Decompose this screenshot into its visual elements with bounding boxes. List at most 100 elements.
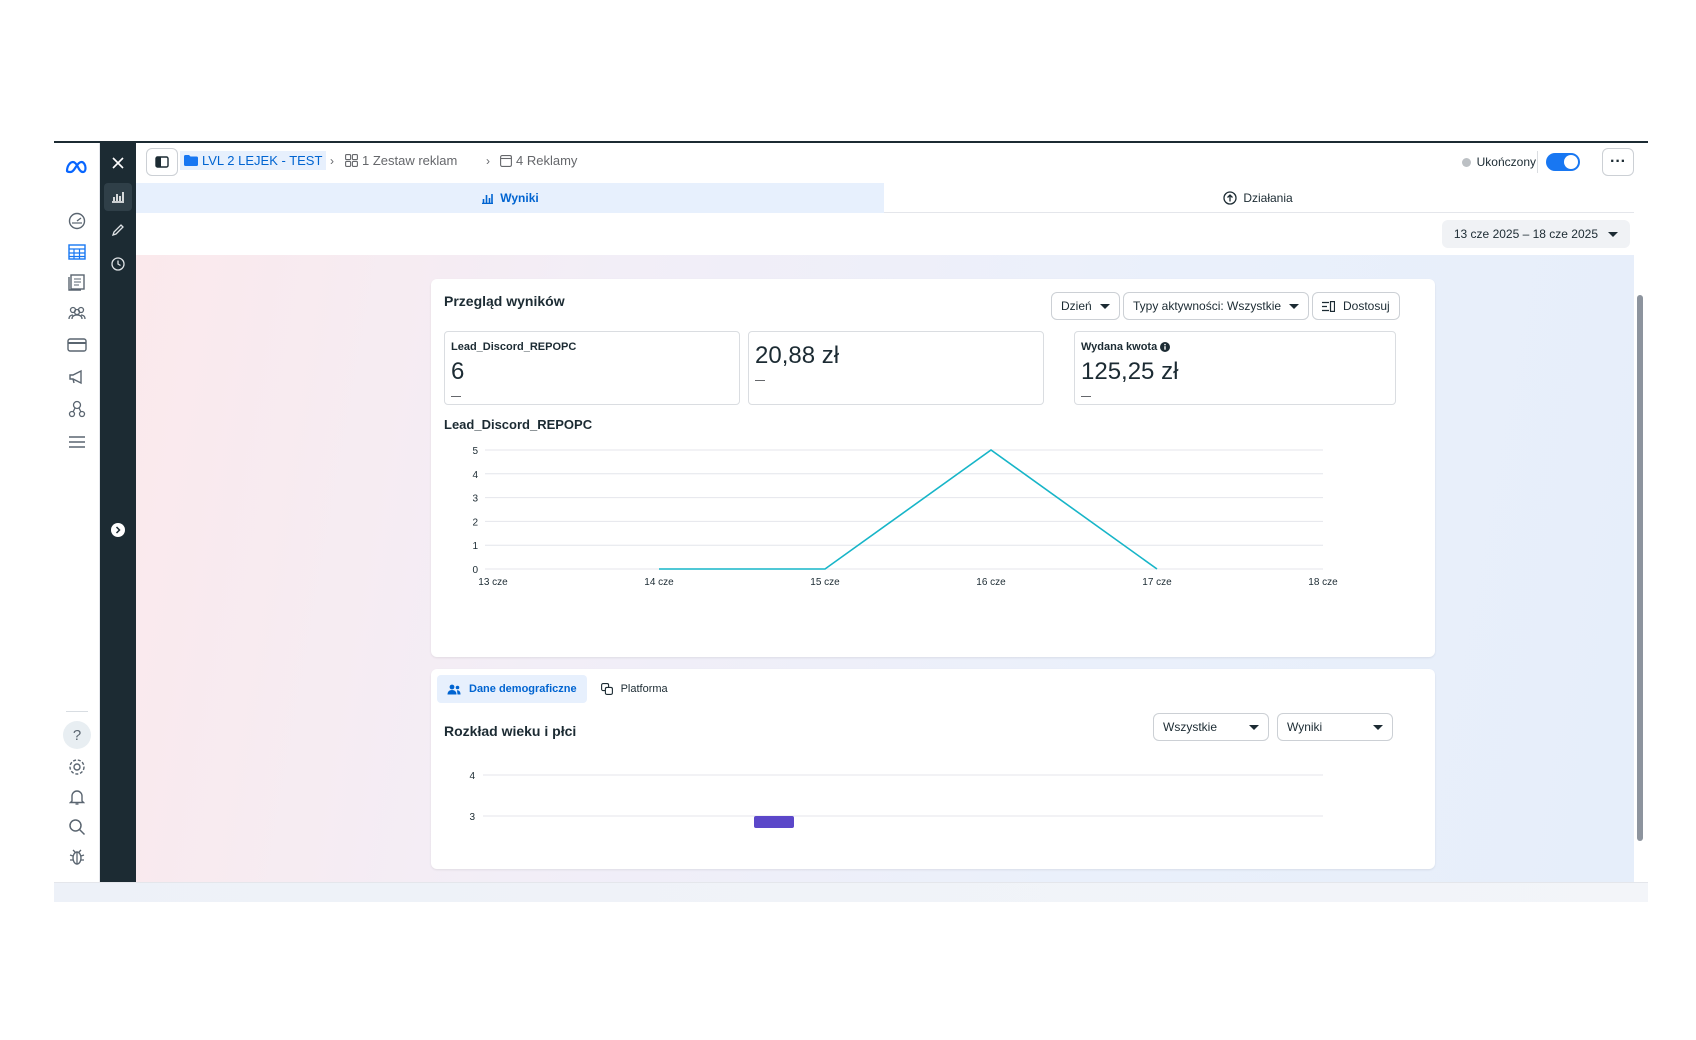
bug-report-icon[interactable] (65, 845, 89, 869)
top-bar: LVL 2 LEJEK - TEST › 1 Zestaw reklam › 4… (136, 143, 1634, 183)
history-clock-icon[interactable] (104, 250, 132, 278)
business-network-icon[interactable] (65, 397, 89, 421)
customize-columns-icon (1322, 300, 1335, 312)
overview-card: Przegląd wyników Dzień Typy aktywności: … (431, 279, 1435, 657)
caret-down-icon (1099, 303, 1110, 309)
menu-icon[interactable] (65, 430, 89, 454)
date-range-label: 13 cze 2025 – 18 cze 2025 (1453, 227, 1598, 241)
bar-chart-icon (482, 193, 494, 204)
metric-dash (1081, 396, 1091, 397)
more-icon: ··· (1610, 153, 1626, 170)
gender-filter-dropdown[interactable]: Wszystkie (1153, 713, 1269, 741)
chart-title: Lead_Discord_REPOPC (444, 417, 593, 432)
app-window: ? LVL 2 LEJEK - TEST › 1 Zestaw reklam ›… (54, 141, 1648, 902)
people-icon (447, 684, 461, 694)
scrollbar-thumb[interactable] (1637, 295, 1643, 841)
campaign-toggle[interactable] (1546, 153, 1580, 171)
tab-platform[interactable]: Platforma (591, 675, 678, 703)
status-label: Ukończony (1476, 155, 1536, 169)
x-tick-label: 16 cze (976, 577, 1006, 588)
search-icon[interactable] (65, 815, 89, 839)
y-tick-label: 4 (472, 470, 478, 481)
edit-pencil-icon[interactable] (104, 216, 132, 244)
metric-dash (451, 396, 461, 397)
tab-demographics-label: Dane demograficzne (469, 683, 577, 695)
date-range-picker[interactable]: 13 cze 2025 – 18 cze 2025 (1441, 220, 1630, 248)
activity-type-label: Typy aktywności: Wszystkie (1133, 299, 1282, 313)
x-tick-label: 13 cze (478, 577, 508, 588)
breadcrumb-ads-label: 4 Reklamy (516, 153, 578, 168)
performance-chart-icon[interactable] (104, 183, 132, 211)
chevron-right-icon: › (330, 154, 334, 168)
tab-wyniki[interactable]: Wyniki (136, 183, 884, 213)
megaphone-icon[interactable] (65, 365, 89, 389)
more-options-button[interactable]: ··· (1602, 148, 1634, 176)
breadcrumb-ads[interactable]: 4 Reklamy (500, 153, 577, 168)
metric-spend-label: Wydana kwota (1081, 341, 1158, 353)
upload-circle-icon (1223, 191, 1237, 205)
expand-panel-icon[interactable] (111, 523, 125, 537)
granularity-dropdown[interactable]: Dzień (1051, 292, 1120, 320)
billing-card-icon[interactable] (65, 333, 89, 357)
breadcrumb-adset[interactable]: 1 Zestaw reklam (345, 153, 457, 168)
grid-icon (345, 154, 358, 167)
tab-demographics[interactable]: Dane demograficzne (437, 675, 587, 703)
platform-icon (600, 683, 613, 695)
metric-card-cost[interactable]: 20,88 zł (748, 331, 1044, 405)
settings-gear-icon[interactable] (65, 755, 89, 779)
main-content: Przegląd wyników Dzień Typy aktywności: … (136, 255, 1634, 882)
x-tick-label: 18 cze (1308, 577, 1338, 588)
pages-icon[interactable] (65, 270, 89, 294)
date-row: 13 cze 2025 – 18 cze 2025 (136, 213, 1634, 255)
detail-tabs: Wyniki Działania (136, 183, 1634, 213)
caret-down-icon (1249, 724, 1259, 730)
tab-dzialania[interactable]: Działania (884, 183, 1632, 213)
breadcrumb-campaign-label: LVL 2 LEJEK - TEST (202, 153, 323, 168)
toggle-panel-button[interactable] (146, 148, 178, 176)
breadcrumb-adset-label: 1 Zestaw reklam (362, 153, 458, 168)
y-tick-label: 4 (469, 771, 475, 782)
demographics-card: Dane demograficzne Platforma Rozkład wie… (431, 669, 1435, 869)
side-toolbar (100, 143, 136, 884)
x-tick-label: 15 cze (810, 577, 840, 588)
age-gender-chart: 43 (469, 771, 1323, 828)
tab-dzialania-label: Działania (1243, 191, 1293, 205)
notifications-bell-icon[interactable] (65, 785, 89, 809)
metric-card-spend[interactable]: Wydana kwota 125,25 zł (1074, 331, 1396, 405)
meta-logo-icon[interactable] (65, 155, 89, 179)
y-tick-label: 5 (472, 446, 478, 457)
metric-cost-value: 20,88 zł (755, 342, 840, 369)
help-icon[interactable]: ? (63, 721, 91, 749)
caret-down-icon (1608, 231, 1618, 237)
metric-card-results[interactable]: Lead_Discord_REPOPC 6 (444, 331, 740, 405)
audiences-icon[interactable] (65, 301, 89, 325)
footer-band (54, 882, 1648, 902)
caret-down-icon (1289, 303, 1300, 309)
x-tick-label: 14 cze (644, 577, 674, 588)
rail-divider (66, 711, 88, 712)
metric-filter-dropdown[interactable]: Wyniki (1277, 713, 1393, 741)
y-tick-label: 1 (472, 541, 478, 552)
status-dot-icon (1461, 157, 1471, 167)
close-icon[interactable] (104, 149, 132, 177)
activity-type-dropdown[interactable]: Typy aktywności: Wszystkie (1123, 292, 1310, 320)
metric-results-label: Lead_Discord_REPOPC (451, 341, 577, 353)
metric-filter-label: Wyniki (1287, 720, 1323, 734)
caret-down-icon (1373, 724, 1383, 730)
age-gender-title: Rozkład wieku i płci (444, 723, 577, 739)
info-icon[interactable] (1160, 342, 1171, 352)
left-rail: ? (54, 143, 100, 902)
scrollbar[interactable] (1636, 285, 1644, 902)
gender-filter-label: Wszystkie (1163, 720, 1217, 734)
ad-icon (500, 154, 512, 167)
breadcrumb-campaign[interactable]: LVL 2 LEJEK - TEST (180, 151, 327, 170)
dashboard-icon[interactable] (65, 209, 89, 233)
results-line-chart: 0 1 2 3 4 5 13 cze 14 cze 15 cze 16 cze 17 cze 18 c… (472, 446, 1338, 588)
tab-platform-label: Platforma (620, 683, 668, 695)
ads-manager-table-icon[interactable] (65, 240, 89, 264)
series-line (659, 449, 1158, 570)
demographics-tabs: Dane demograficzne Platforma (437, 675, 678, 703)
customize-button[interactable]: Dostosuj (1312, 292, 1400, 320)
side-panel-icon (155, 156, 169, 168)
metric-dash (755, 380, 765, 381)
